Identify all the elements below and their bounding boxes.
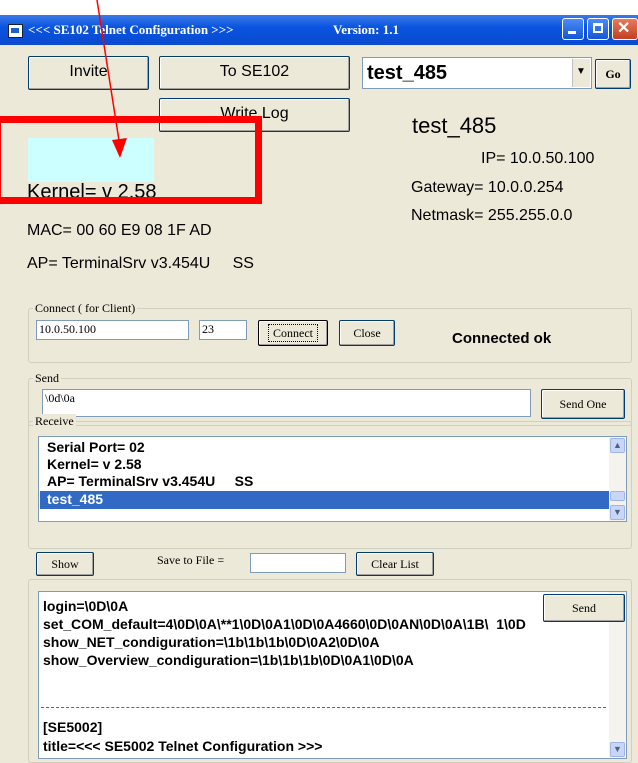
receive-list-item[interactable]: AP= TerminalSrv v3.454U SS — [47, 473, 253, 489]
host-input[interactable]: 10.0.50.100 — [36, 320, 189, 340]
scroll-up-button[interactable]: ▲ — [610, 438, 625, 453]
show-button[interactable]: Show — [36, 552, 94, 576]
chevron-up-icon: ▲ — [613, 440, 622, 450]
ap-label: AP= TerminalSrv v3.454U SS — [27, 255, 254, 272]
chevron-down-icon: ▼ — [613, 507, 622, 517]
script-line: show_NET_condiguration=\1b\1b\1b\0D\0A2\… — [43, 634, 380, 650]
script-line: set_COM_default=4\0D\0A\**1\0D\0A1\0D\0A… — [43, 616, 526, 632]
connect-group-title: Connect ( for Client) — [33, 301, 138, 316]
scroll-down-button[interactable]: ▼ — [610, 742, 625, 757]
selected-row-highlight[interactable] — [40, 491, 610, 509]
arrow-line — [96, 0, 121, 148]
script-divider — [41, 707, 606, 708]
script-line: [SE5002] — [43, 719, 103, 735]
save-to-file-input[interactable] — [250, 553, 346, 573]
arrow-head — [112, 138, 127, 158]
mac-label: MAC= 00 60 E9 08 1F AD — [27, 222, 212, 239]
send-input[interactable]: \0d\0a — [42, 389, 531, 417]
port-input[interactable]: 23 — [199, 320, 247, 340]
connect-button[interactable]: Connect — [258, 320, 328, 346]
receive-list-item[interactable]: Serial Port= 02 — [47, 439, 145, 455]
send-one-button[interactable]: Send One — [541, 389, 625, 419]
receive-list-item-selected[interactable]: test_485 — [47, 491, 103, 507]
annotation-arrow — [96, 0, 127, 158]
send-script-button[interactable]: Send — [543, 594, 625, 622]
script-line: show_Overview_condiguration=\1b\1b\1b\0D… — [43, 652, 414, 668]
receive-list-item[interactable]: Kernel= v 2.58 — [47, 456, 142, 472]
receive-list[interactable]: Serial Port= 02 Kernel= v 2.58 AP= Termi… — [38, 436, 627, 522]
scroll-thumb[interactable] — [610, 491, 625, 501]
script-line: login=\0D\0A — [43, 598, 129, 614]
clear-list-button[interactable]: Clear List — [356, 552, 434, 576]
connection-status: Connected ok — [452, 330, 552, 347]
chevron-down-icon: ▼ — [613, 744, 622, 754]
script-textarea[interactable]: login=\0D\0A set_COM_default=4\0D\0A\**1… — [38, 591, 627, 759]
save-to-file-label: Save to File = — [157, 553, 225, 567]
connect-button-label: Connect — [268, 324, 318, 342]
netmask-label: Netmask= 255.255.0.0 — [411, 207, 573, 224]
receive-group-title: Receive — [33, 414, 76, 429]
send-group-title: Send — [33, 371, 61, 386]
gateway-label: Gateway= 10.0.0.254 — [411, 179, 564, 196]
receive-scrollbar[interactable]: ▲ ▼ — [609, 437, 626, 521]
scroll-down-button[interactable]: ▼ — [610, 505, 625, 520]
script-line: title=<<< SE5002 Telnet Configuration >>… — [43, 738, 323, 754]
close-connection-button[interactable]: Close — [339, 320, 395, 346]
